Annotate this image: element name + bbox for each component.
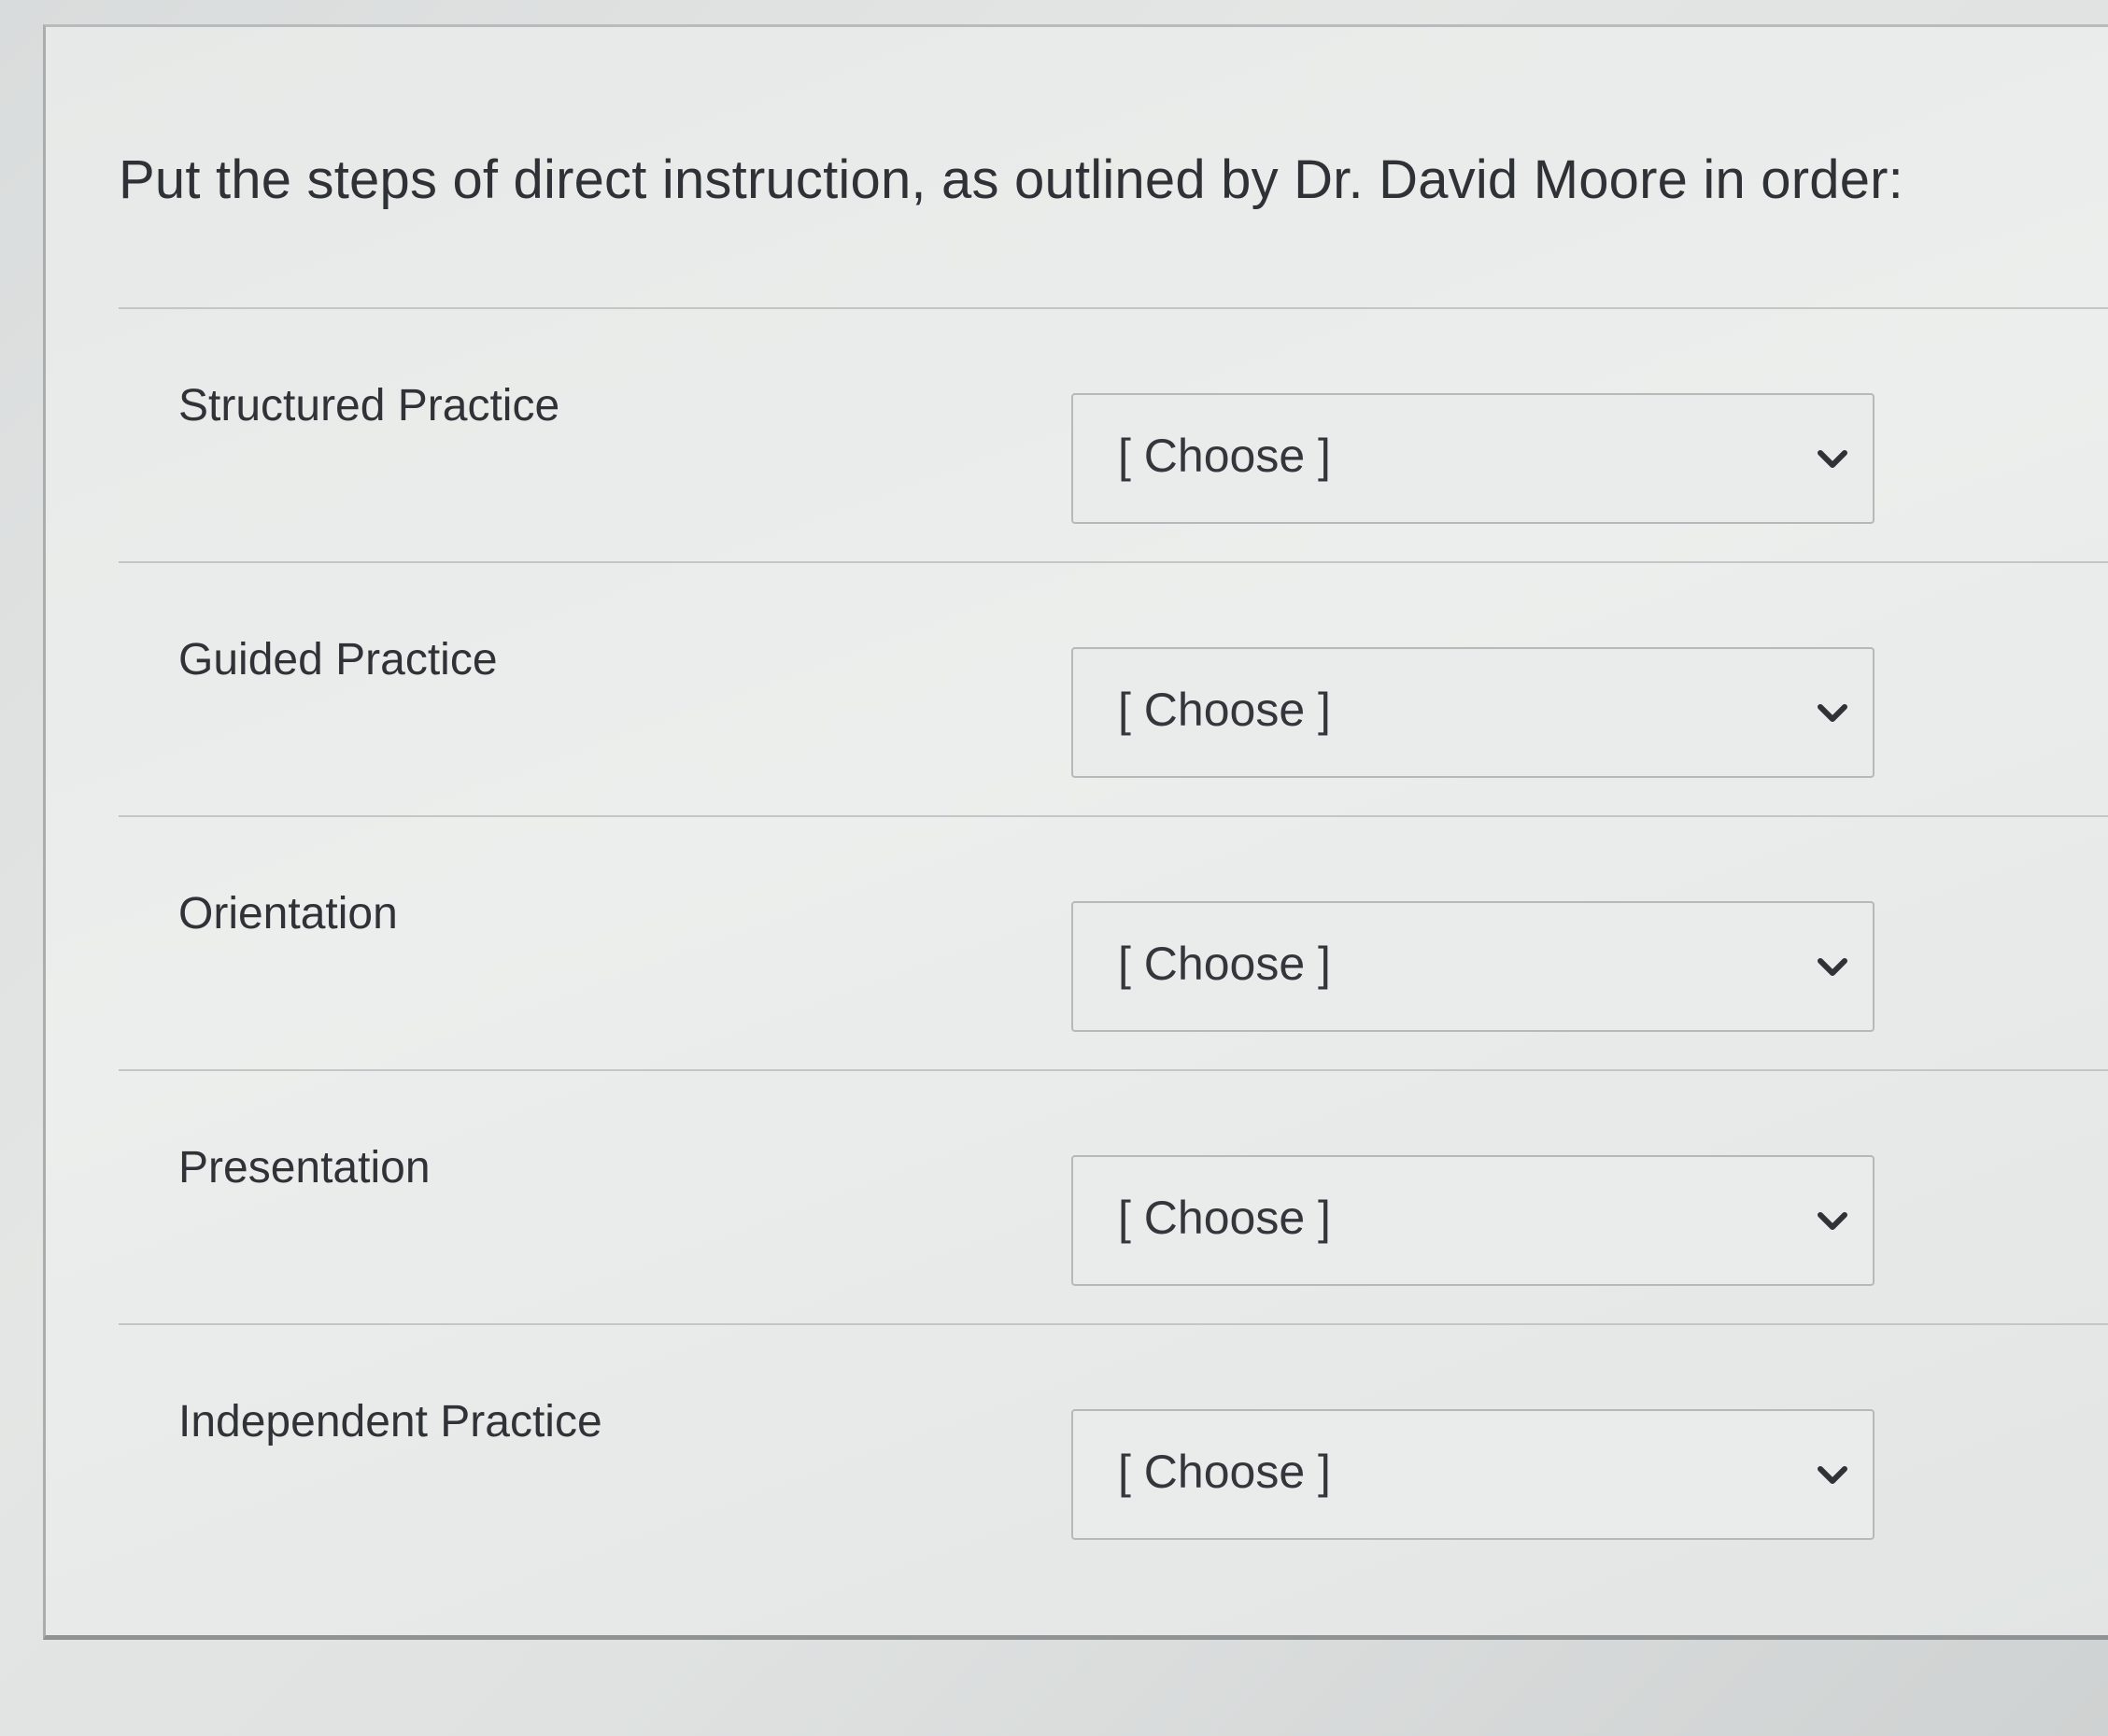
question-card: Put the steps of direct instruction, as … <box>43 24 2108 1640</box>
select-value: [ Choose ] <box>1118 684 1331 736</box>
row-label: Independent Practice <box>178 1397 602 1447</box>
matching-row-structured-practice: Structured Practice [ Choose ] <box>119 307 2108 561</box>
chevron-down-icon <box>1818 704 1847 722</box>
chevron-down-icon <box>1818 1466 1847 1484</box>
row-label: Guided Practice <box>178 635 498 685</box>
row-label: Orientation <box>178 889 398 939</box>
matching-row-independent-practice: Independent Practice [ Choose ] <box>119 1323 2108 1577</box>
chevron-down-icon <box>1818 958 1847 976</box>
select-value: [ Choose ] <box>1118 1192 1331 1244</box>
matching-row-presentation: Presentation [ Choose ] <box>119 1069 2108 1323</box>
matching-row-guided-practice: Guided Practice [ Choose ] <box>119 561 2108 815</box>
order-select[interactable]: [ Choose ] <box>1071 647 1875 778</box>
matching-rows: Structured Practice [ Choose ] Guided Pr… <box>119 307 2108 1577</box>
row-label: Presentation <box>178 1143 431 1193</box>
chevron-down-icon <box>1818 1212 1847 1230</box>
select-value: [ Choose ] <box>1118 430 1331 482</box>
row-label: Structured Practice <box>178 381 560 430</box>
order-select[interactable]: [ Choose ] <box>1071 901 1875 1032</box>
chevron-down-icon <box>1818 450 1847 468</box>
select-value: [ Choose ] <box>1118 1446 1331 1498</box>
order-select[interactable]: [ Choose ] <box>1071 393 1875 524</box>
order-select[interactable]: [ Choose ] <box>1071 1155 1875 1286</box>
select-value: [ Choose ] <box>1118 938 1331 990</box>
order-select[interactable]: [ Choose ] <box>1071 1409 1875 1540</box>
matching-row-orientation: Orientation [ Choose ] <box>119 815 2108 1069</box>
question-prompt: Put the steps of direct instruction, as … <box>119 149 1903 210</box>
